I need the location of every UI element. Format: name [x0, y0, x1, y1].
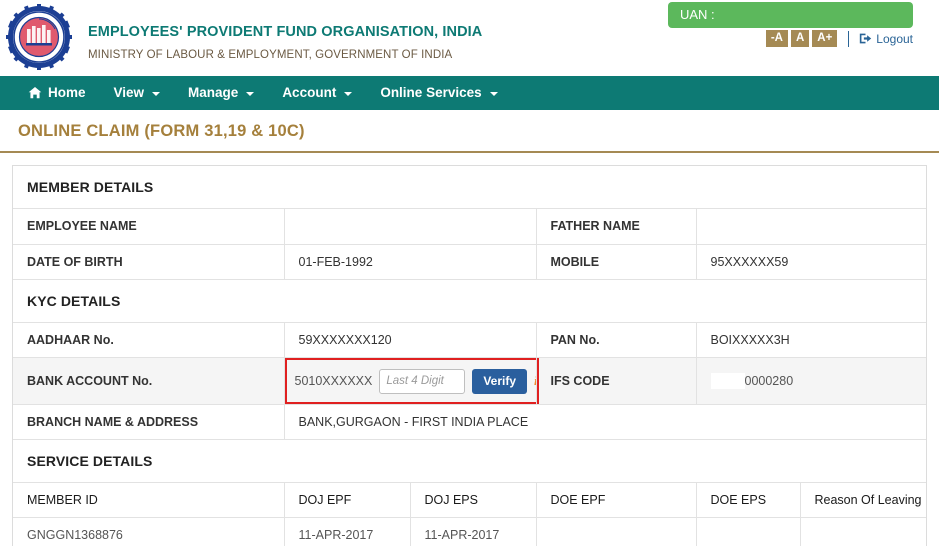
branch-name-label: BRANCH NAME & ADDRESS: [13, 405, 284, 440]
table-row: GNGGN1368876 11-APR-2017 11-APR-2017: [13, 518, 926, 546]
aadhaar-value: 59XXXXXXX120: [284, 323, 536, 358]
header-controls: -A A A+ Logout: [766, 30, 913, 47]
nav-item-home[interactable]: Home: [14, 76, 100, 110]
page-title-bar: ONLINE CLAIM (FORM 31,19 & 10C): [0, 110, 939, 153]
epfo-emblem-icon: [6, 4, 72, 70]
chevron-down-icon: [344, 92, 352, 96]
ifs-code-cell: 0000280: [696, 358, 926, 405]
ifs-code-label: IFS CODE: [536, 358, 696, 405]
nav-item-view[interactable]: View: [100, 76, 175, 110]
font-increase-button[interactable]: A+: [812, 30, 837, 47]
epfo-logo: [6, 4, 72, 70]
table-row: DATE OF BIRTH 01-FEB-1992 MOBILE 95XXXXX…: [13, 244, 926, 279]
bank-account-label: BANK ACCOUNT No.: [13, 358, 284, 405]
chevron-down-icon: [246, 92, 254, 96]
bank-account-masked-value: 5010XXXXXX: [295, 374, 373, 388]
font-decrease-button[interactable]: -A: [766, 30, 788, 47]
table-header-row: MEMBER ID DOJ EPF DOJ EPS DOE EPF DOE EP…: [13, 483, 926, 518]
ministry-name: MINISTRY OF LABOUR & EMPLOYMENT, GOVERNM…: [88, 49, 482, 61]
nav-label-account: Account: [282, 76, 336, 110]
logout-icon: [859, 32, 872, 45]
cell-doj-eps: 11-APR-2017: [410, 518, 536, 546]
cell-doj-epf: 11-APR-2017: [284, 518, 410, 546]
column-header-doe-eps: DOE EPS: [696, 483, 800, 518]
cell-doe-eps: [696, 518, 800, 546]
pan-value: BOIXXXXX3H: [696, 323, 926, 358]
home-icon: [28, 86, 42, 100]
organisation-name: EMPLOYEES' PROVIDENT FUND ORGANISATION, …: [88, 24, 482, 40]
bank-account-verify-cell: 5010XXXXXX Verify i: [284, 358, 536, 405]
column-header-doe-epf: DOE EPF: [536, 483, 696, 518]
kyc-details-table: AADHAAR No. 59XXXXXXX120 PAN No. BOIXXXX…: [13, 323, 926, 441]
member-details-heading: MEMBER DETAILS: [13, 166, 926, 209]
father-name-label: FATHER NAME: [536, 209, 696, 244]
service-details-heading: SERVICE DETAILS: [13, 440, 926, 483]
site-header: EMPLOYEES' PROVIDENT FUND ORGANISATION, …: [0, 0, 939, 76]
verify-button[interactable]: Verify: [472, 369, 527, 394]
table-row: AADHAAR No. 59XXXXXXX120 PAN No. BOIXXXX…: [13, 323, 926, 358]
kyc-details-heading: KYC DETAILS: [13, 280, 926, 323]
organisation-titles: EMPLOYEES' PROVIDENT FUND ORGANISATION, …: [88, 24, 482, 61]
logout-link[interactable]: Logout: [859, 32, 913, 46]
table-row: EMPLOYEE NAME FATHER NAME: [13, 209, 926, 244]
chevron-down-icon: [152, 92, 160, 96]
service-details-table: MEMBER ID DOJ EPF DOJ EPS DOE EPF DOE EP…: [13, 483, 926, 546]
pan-label: PAN No.: [536, 323, 696, 358]
redacted-block: [711, 373, 745, 389]
mobile-value: 95XXXXXX59: [696, 244, 926, 279]
bank-verify-highlight-box: 5010XXXXXX Verify i: [285, 358, 536, 404]
uan-label: UAN :: [680, 7, 715, 22]
chevron-down-icon: [490, 92, 498, 96]
page-title: ONLINE CLAIM (FORM 31,19 & 10C): [18, 122, 305, 140]
mobile-label: MOBILE: [536, 244, 696, 279]
column-header-doj-epf: DOJ EPF: [284, 483, 410, 518]
divider: [848, 31, 849, 47]
table-row: BANK ACCOUNT No. 5010XXXXXX Verify i IFS…: [13, 358, 926, 405]
uan-display: UAN :: [668, 2, 913, 28]
nav-label-manage: Manage: [188, 76, 238, 110]
font-normal-button[interactable]: A: [791, 30, 809, 47]
nav-label-home: Home: [48, 76, 86, 110]
column-header-reason-of-leaving: Reason Of Leaving: [800, 483, 926, 518]
cell-member-id: GNGGN1368876: [13, 518, 284, 546]
employee-name-value: [284, 209, 536, 244]
cell-reason-of-leaving: [800, 518, 926, 546]
claim-details-panel: MEMBER DETAILS EMPLOYEE NAME FATHER NAME…: [12, 165, 927, 546]
logout-label: Logout: [876, 32, 913, 46]
column-header-member-id: MEMBER ID: [13, 483, 284, 518]
ifs-code-value: 0000280: [745, 374, 794, 388]
nav-label-online-services: Online Services: [380, 76, 481, 110]
nav-item-account[interactable]: Account: [268, 76, 366, 110]
column-header-doj-eps: DOJ EPS: [410, 483, 536, 518]
date-of-birth-label: DATE OF BIRTH: [13, 244, 284, 279]
nav-label-view: View: [114, 76, 145, 110]
aadhaar-label: AADHAAR No.: [13, 323, 284, 358]
main-navigation: Home View Manage Account Online Services: [0, 76, 939, 110]
date-of-birth-value: 01-FEB-1992: [284, 244, 536, 279]
cell-doe-epf: [536, 518, 696, 546]
father-name-value: [696, 209, 926, 244]
last-4-digit-input[interactable]: [379, 369, 465, 394]
branch-name-value: BANK,GURGAON - FIRST INDIA PLACE: [284, 405, 926, 440]
nav-item-online-services[interactable]: Online Services: [366, 76, 511, 110]
member-details-table: EMPLOYEE NAME FATHER NAME DATE OF BIRTH …: [13, 209, 926, 280]
nav-item-manage[interactable]: Manage: [174, 76, 268, 110]
employee-name-label: EMPLOYEE NAME: [13, 209, 284, 244]
table-row: BRANCH NAME & ADDRESS BANK,GURGAON - FIR…: [13, 405, 926, 440]
